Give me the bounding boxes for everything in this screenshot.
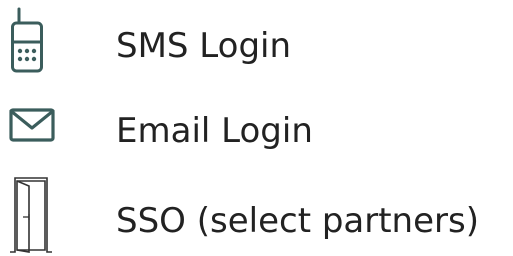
sso-login-label: SSO (select partners) — [116, 201, 479, 241]
email-login-label: Email Login — [116, 111, 313, 151]
sms-login-label: SMS Login — [116, 26, 292, 66]
door-icon — [9, 177, 53, 253]
mobile-phone-icon — [10, 6, 44, 76]
login-options-list: SMS Login Email Login SSO (select partne… — [0, 0, 513, 256]
sms-login-option[interactable]: SMS Login — [0, 6, 513, 73]
envelope-icon — [9, 108, 55, 142]
email-login-option[interactable]: Email Login — [0, 97, 513, 163]
sso-login-option[interactable]: SSO (select partners) — [0, 177, 513, 253]
